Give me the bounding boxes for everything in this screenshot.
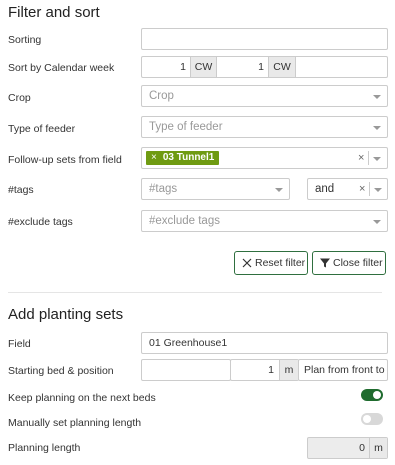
- planning-length-group: 0 m: [307, 437, 388, 459]
- filter-section-title: Filter and sort: [8, 4, 100, 21]
- tags-operator-select[interactable]: and ×: [307, 178, 388, 200]
- filter-icon: [320, 258, 330, 268]
- crop-placeholder: Crop: [149, 90, 174, 102]
- chevron-down-icon: [373, 95, 381, 99]
- sorting-label: Sorting: [8, 34, 42, 46]
- clear-icon[interactable]: ×: [358, 148, 364, 168]
- planning-length-unit: m: [369, 438, 387, 458]
- toggle-knob: [363, 415, 371, 423]
- planting-section-title: Add planting sets: [8, 306, 124, 323]
- calendar-week-range: 1 CW 1 CW: [141, 56, 388, 78]
- next-beds-label: Keep planning on the next beds: [8, 392, 156, 404]
- manual-length-label: Manually set planning length: [8, 417, 142, 429]
- starting-position-unit: m: [279, 360, 298, 380]
- exclude-tags-label: #exclude tags: [8, 216, 73, 228]
- followup-label: Follow-up sets from field: [8, 154, 122, 166]
- plan-direction-value: Plan from front to: [304, 364, 385, 376]
- sorting-input[interactable]: [141, 28, 388, 50]
- clear-icon[interactable]: ×: [359, 179, 365, 199]
- chevron-down-icon: [373, 220, 381, 224]
- field-label: Field: [8, 338, 31, 350]
- tag-remove-icon[interactable]: ×: [151, 152, 157, 163]
- close-filter-label: Close filter: [333, 257, 383, 269]
- reset-filter-button[interactable]: Reset filter: [234, 251, 308, 275]
- toggle-knob: [373, 391, 381, 399]
- field-input[interactable]: 01 Greenhouse1: [141, 332, 388, 354]
- tags-operator-value: and: [315, 183, 335, 195]
- followup-tag[interactable]: × 03 Tunnel1: [146, 151, 220, 165]
- next-beds-toggle[interactable]: [361, 389, 383, 401]
- tags-placeholder: #tags: [149, 183, 178, 195]
- section-divider: [8, 292, 382, 293]
- tags-label: #tags: [8, 184, 34, 196]
- cw-to-input[interactable]: 1: [217, 57, 264, 77]
- select-separator: [368, 151, 369, 165]
- planning-length-input[interactable]: 0: [308, 438, 365, 458]
- crop-select[interactable]: Crop: [141, 85, 388, 107]
- chevron-down-icon: [373, 126, 381, 130]
- followup-tag-label: 03 Tunnel1: [162, 152, 215, 163]
- cw-from-input[interactable]: 1: [142, 57, 186, 77]
- chevron-down-icon: [275, 188, 283, 192]
- calendar-week-label: Sort by Calendar week: [8, 62, 115, 74]
- close-icon: [242, 258, 252, 268]
- starting-bed-input[interactable]: [141, 359, 231, 381]
- starting-position-input[interactable]: 1: [231, 360, 274, 380]
- cw-to-unit: CW: [268, 57, 296, 77]
- exclude-tags-select[interactable]: #exclude tags: [141, 210, 388, 232]
- starting-bed-label: Starting bed & position: [8, 365, 114, 377]
- tags-select[interactable]: #tags: [141, 178, 290, 200]
- field-value: 01 Greenhouse1: [149, 337, 228, 349]
- feeder-placeholder: Type of feeder: [149, 121, 223, 133]
- exclude-tags-placeholder: #exclude tags: [149, 215, 220, 227]
- close-filter-button[interactable]: Close filter: [312, 251, 386, 275]
- reset-filter-label: Reset filter: [255, 257, 306, 269]
- followup-select[interactable]: × 03 Tunnel1 ×: [141, 147, 388, 169]
- plan-direction-select[interactable]: Plan from front to: [298, 359, 388, 381]
- select-separator: [369, 182, 370, 196]
- crop-label: Crop: [8, 92, 31, 104]
- starting-position-group: 1 m: [230, 359, 299, 381]
- feeder-select[interactable]: Type of feeder: [141, 116, 388, 138]
- planning-length-label: Planning length: [8, 442, 81, 454]
- chevron-down-icon: [373, 157, 381, 161]
- cw-from-unit: CW: [190, 57, 217, 77]
- chevron-down-icon: [374, 188, 382, 192]
- manual-length-toggle[interactable]: [361, 413, 383, 425]
- feeder-label: Type of feeder: [8, 123, 76, 135]
